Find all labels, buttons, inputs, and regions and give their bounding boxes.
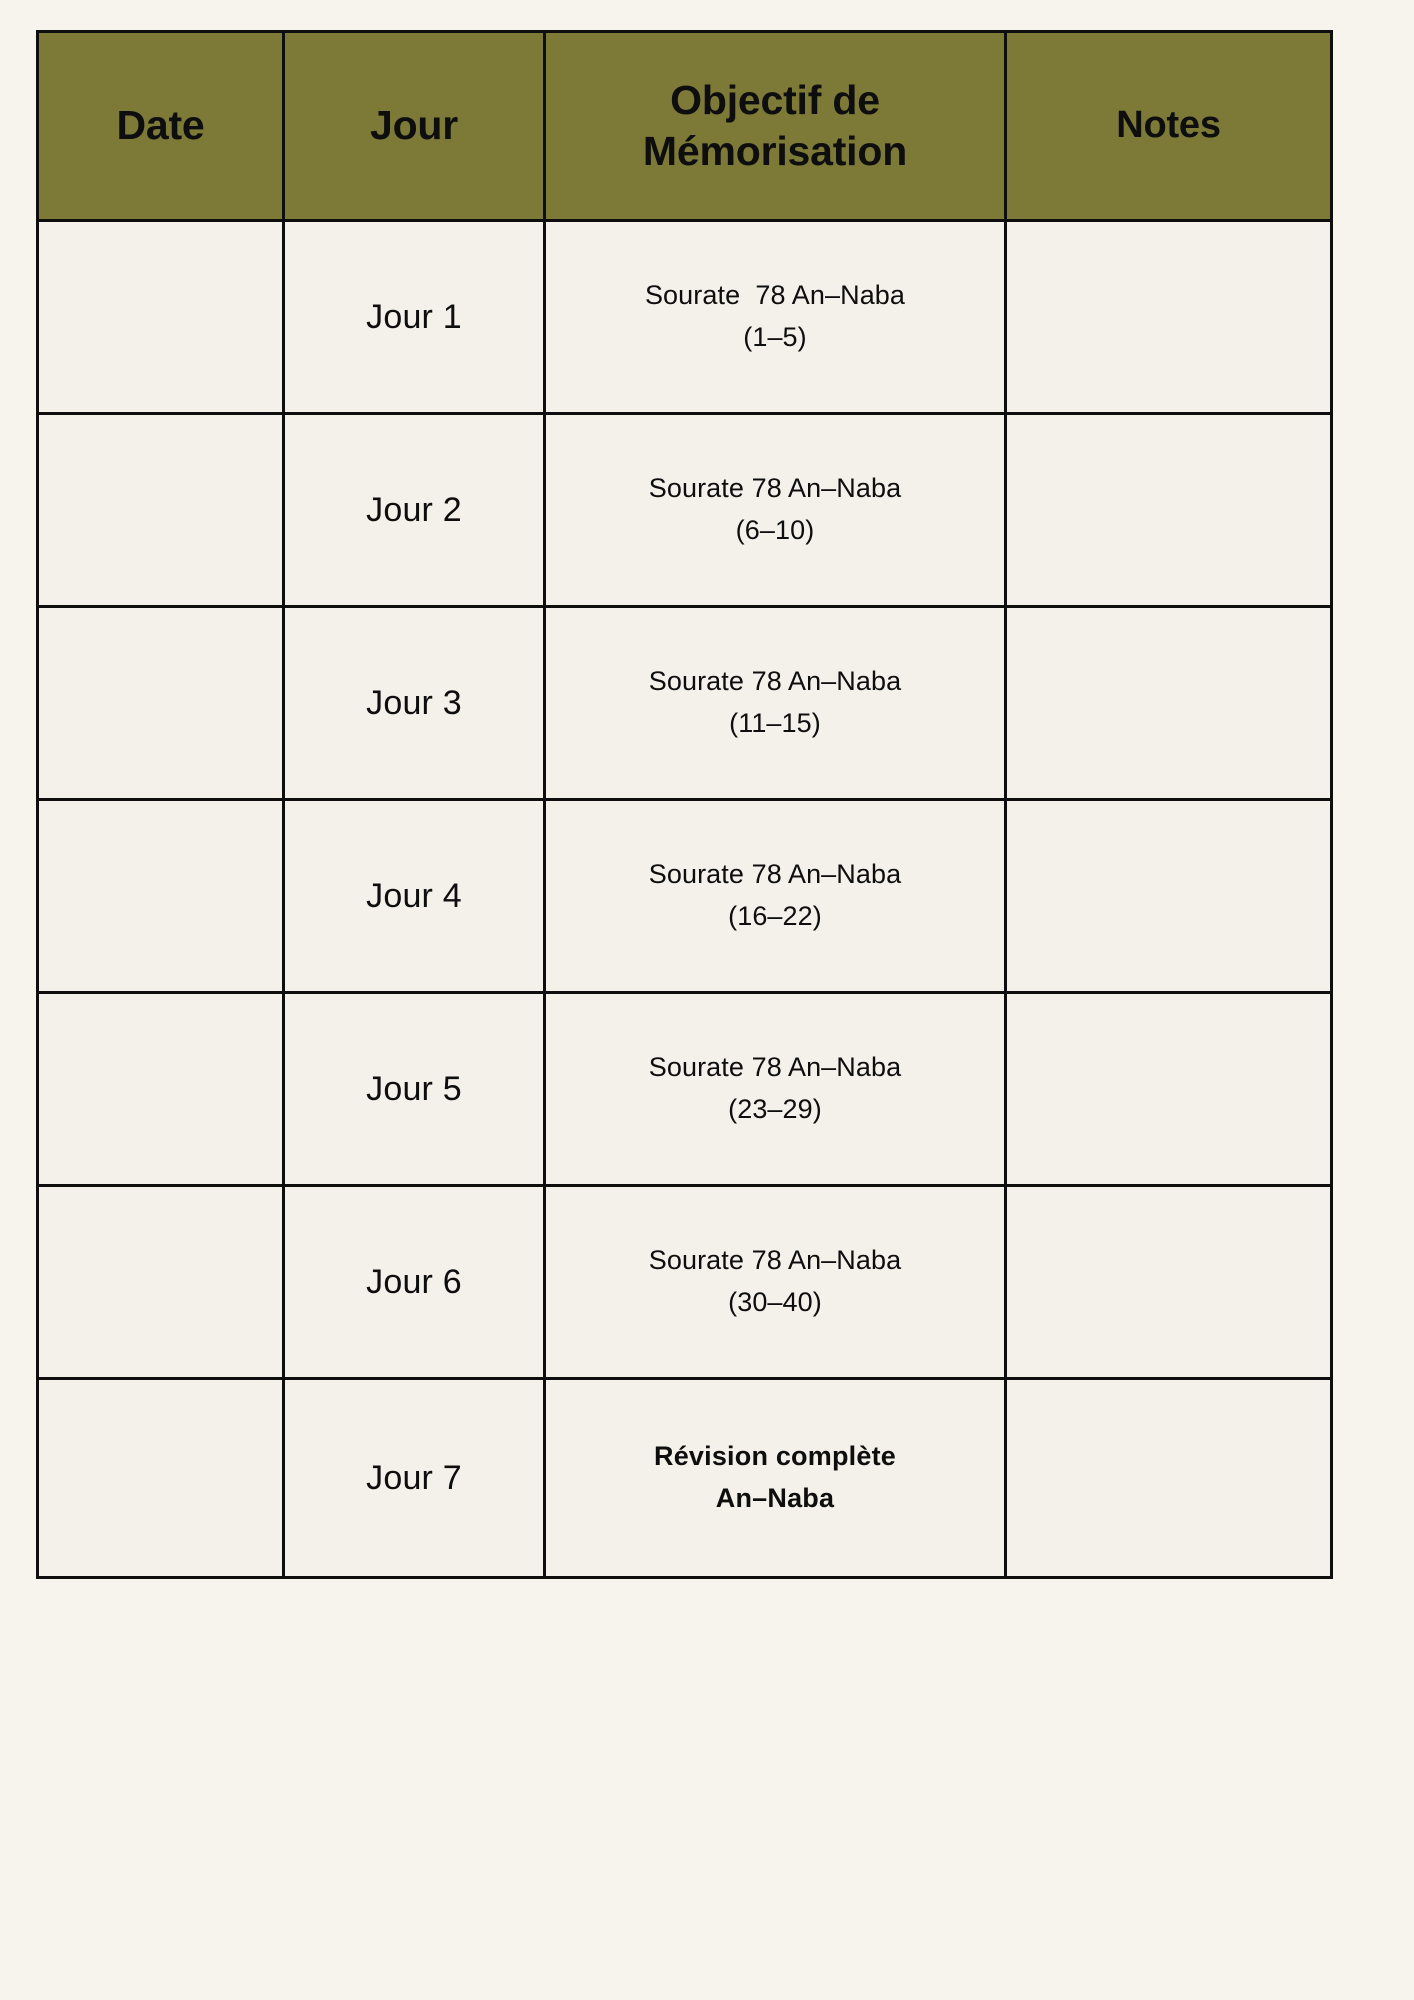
table-header-row: Date Jour Objectif de Mémorisation Notes	[36, 30, 1333, 222]
cell-jour: Jour 2	[282, 412, 546, 608]
cell-jour: Jour 6	[282, 1184, 546, 1380]
cell-objectif: Révision complète An–Naba	[543, 1377, 1007, 1579]
cell-objectif: Sourate 78 An–Naba (11–15)	[543, 605, 1007, 801]
cell-notes[interactable]	[1004, 219, 1333, 415]
column-header-jour: Jour	[282, 30, 546, 222]
cell-date[interactable]	[36, 412, 285, 608]
cell-jour: Jour 7	[282, 1377, 546, 1579]
cell-objectif-line1: Sourate 78 An–Naba	[644, 280, 906, 311]
cell-objectif-line2: (30–40)	[728, 1287, 822, 1317]
cell-objectif-line1: Sourate 78 An–Naba	[648, 473, 902, 504]
cell-objectif-line2: (1–5)	[743, 322, 807, 352]
table-row: Jour 3 Sourate 78 An–Naba (11–15)	[36, 605, 1333, 801]
cell-jour: Jour 5	[282, 991, 546, 1187]
cell-jour-label: Jour 2	[366, 490, 462, 529]
column-header-objectif-line2: Mémorisation	[642, 128, 908, 174]
cell-jour-label: Jour 5	[366, 1069, 462, 1108]
table-row: Jour 6 Sourate 78 An–Naba (30–40)	[36, 1184, 1333, 1380]
memorisation-schedule-table: Date Jour Objectif de Mémorisation Notes…	[36, 30, 1333, 1579]
cell-notes[interactable]	[1004, 412, 1333, 608]
cell-objectif: Sourate 78 An–Naba (30–40)	[543, 1184, 1007, 1380]
table-header: Date Jour Objectif de Mémorisation Notes	[36, 30, 1333, 222]
cell-objectif-line2: (23–29)	[728, 1094, 822, 1124]
cell-notes[interactable]	[1004, 991, 1333, 1187]
cell-objectif-line2: (6–10)	[735, 515, 815, 545]
table-row: Jour 1 Sourate 78 An–Naba (1–5)	[36, 219, 1333, 415]
cell-objectif: Sourate 78 An–Naba (1–5)	[543, 219, 1007, 415]
cell-jour-label: Jour 4	[366, 876, 462, 915]
cell-objectif-line1: Sourate 78 An–Naba	[648, 666, 902, 697]
cell-objectif: Sourate 78 An–Naba (23–29)	[543, 991, 1007, 1187]
cell-date[interactable]	[36, 798, 285, 994]
table-row: Jour 2 Sourate 78 An–Naba (6–10)	[36, 412, 1333, 608]
cell-jour-label: Jour 3	[366, 683, 462, 722]
cell-jour-label: Jour 1	[366, 297, 462, 336]
column-header-objectif-line1: Objectif de	[670, 76, 880, 123]
cell-jour-label: Jour 7	[366, 1458, 462, 1497]
cell-date[interactable]	[36, 1184, 285, 1380]
cell-jour: Jour 3	[282, 605, 546, 801]
table-row: Jour 4 Sourate 78 An–Naba (16–22)	[36, 798, 1333, 994]
cell-notes[interactable]	[1004, 605, 1333, 801]
cell-jour: Jour 4	[282, 798, 546, 994]
column-header-objectif: Objectif de Mémorisation	[543, 30, 1007, 222]
cell-objectif-line1: Sourate 78 An–Naba	[648, 1052, 902, 1083]
cell-objectif-line2: (16–22)	[728, 901, 822, 931]
cell-date[interactable]	[36, 1377, 285, 1579]
cell-notes[interactable]	[1004, 1377, 1333, 1579]
cell-objectif-line1: Révision complète	[654, 1441, 896, 1472]
page-root: Date Jour Objectif de Mémorisation Notes…	[0, 0, 1414, 2000]
cell-objectif: Sourate 78 An–Naba (16–22)	[543, 798, 1007, 994]
cell-jour: Jour 1	[282, 219, 546, 415]
cell-notes[interactable]	[1004, 798, 1333, 994]
cell-jour-label: Jour 6	[366, 1262, 462, 1301]
column-header-notes: Notes	[1004, 30, 1333, 222]
cell-date[interactable]	[36, 219, 285, 415]
cell-date[interactable]	[36, 991, 285, 1187]
cell-objectif-line1: Sourate 78 An–Naba	[648, 859, 902, 890]
table-body: Jour 1 Sourate 78 An–Naba (1–5) Jour 2 Soura…	[36, 219, 1333, 1579]
table-row: Jour 7 Révision complète An–Naba	[36, 1377, 1333, 1579]
cell-objectif: Sourate 78 An–Naba (6–10)	[543, 412, 1007, 608]
cell-objectif-line2: (11–15)	[729, 708, 821, 738]
cell-objectif-line1: Sourate 78 An–Naba	[648, 1245, 902, 1276]
table-row: Jour 5 Sourate 78 An–Naba (23–29)	[36, 991, 1333, 1187]
cell-date[interactable]	[36, 605, 285, 801]
column-header-date: Date	[36, 30, 285, 222]
cell-objectif-line2: An–Naba	[715, 1483, 835, 1513]
cell-notes[interactable]	[1004, 1184, 1333, 1380]
